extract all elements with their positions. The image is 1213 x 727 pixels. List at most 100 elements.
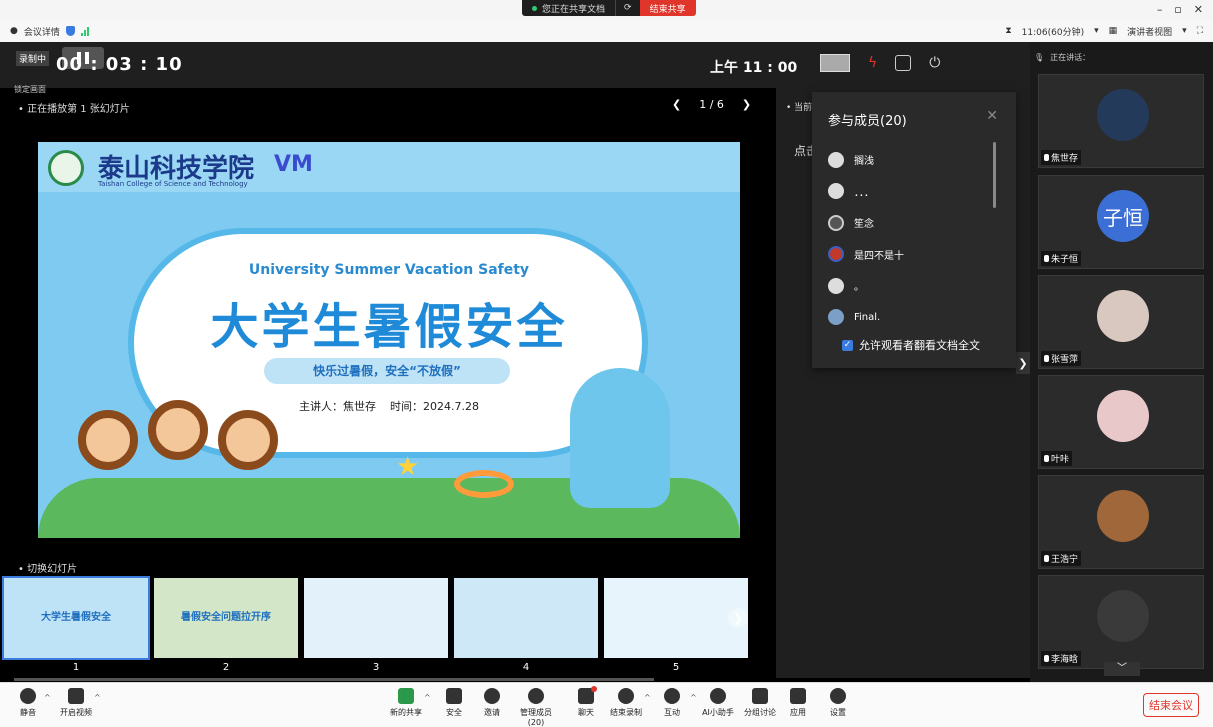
slide-thumbnail[interactable]: 3 — [304, 578, 448, 673]
avatar — [1097, 89, 1149, 141]
mic-icon — [1044, 355, 1049, 362]
ai-assistant-button[interactable]: AI小助手 — [696, 688, 740, 718]
sharing-status: 您正在共享文档 — [522, 0, 616, 16]
chevron-down-icon[interactable]: ▾ — [1182, 26, 1187, 36]
video-tile[interactable]: 叶咔 — [1038, 375, 1204, 469]
member-item[interactable]: ．．． — [828, 176, 988, 208]
avatar — [828, 214, 844, 231]
settings-button[interactable]: 设置 — [816, 688, 860, 718]
chat-button[interactable]: 聊天 — [564, 686, 608, 718]
share-banner: 您正在共享文档 ⟳ 结束共享 — [522, 0, 696, 16]
record-icon — [618, 688, 634, 704]
chevron-up-icon[interactable]: ^ — [424, 693, 431, 702]
thumbnail-title: 暑假安全问题拉开序 — [181, 612, 271, 623]
slide-thumbnail[interactable]: 暑假安全问题拉开序 2 — [154, 578, 298, 673]
video-tile[interactable]: 焦世存 — [1038, 74, 1204, 168]
video-label: 开启视频 — [60, 708, 92, 717]
tile-name: 王浩宁 — [1051, 555, 1079, 565]
new-share-button[interactable]: 新的共享 — [384, 688, 428, 718]
ai-assistant-icon — [710, 688, 726, 704]
slide-thumbnail[interactable]: 大学生暑假安全 1 — [2, 576, 150, 673]
apps-button[interactable]: 应用 — [776, 688, 820, 718]
chevron-up-icon[interactable]: ^ — [44, 693, 51, 702]
chevron-down-icon[interactable]: ▾ — [1094, 26, 1099, 36]
video-tile[interactable]: 王浩宁 — [1038, 475, 1204, 569]
chevron-down-icon[interactable]: ﹀ — [1104, 662, 1140, 676]
interact-button[interactable]: 互动 — [650, 688, 694, 718]
close-icon[interactable]: ✕ — [986, 108, 998, 124]
slide-speaker: 主讲人：焦世存 — [299, 400, 376, 413]
minimize-button[interactable]: – — [1157, 3, 1163, 16]
recording-label: 录制中 — [16, 51, 50, 66]
checkbox-checked-icon[interactable]: ✓ — [842, 339, 853, 351]
prev-slide-icon[interactable]: ❮ — [672, 98, 681, 111]
slide-thumbnails: 大学生暑假安全 1 暑假安全问题拉开序 2 3 4 5 — [2, 576, 774, 678]
manage-members-button[interactable]: 管理成员(20) — [514, 688, 558, 727]
member-item[interactable]: 是四不是十 — [828, 239, 988, 271]
video-tile[interactable]: 子恒 朱子恒 — [1038, 175, 1204, 269]
screen-icon[interactable] — [895, 55, 912, 71]
end-record-button[interactable]: 结束录制 — [604, 688, 648, 718]
thumbnail-number: 3 — [372, 662, 380, 673]
meeting-details-link[interactable]: 会议详情 — [24, 25, 60, 38]
thumbnail-number: 4 — [522, 662, 530, 673]
chevron-up-icon[interactable]: ^ — [94, 693, 101, 702]
invite-button[interactable]: 邀请 — [470, 688, 514, 718]
power-icon[interactable]: ⏻ — [929, 55, 940, 71]
mic-icon — [1044, 154, 1049, 161]
participant-thumbnail[interactable] — [820, 54, 850, 72]
member-item[interactable]: Final. — [828, 302, 988, 334]
meeting-time-info[interactable]: 11:06(60分钟) — [1022, 25, 1084, 38]
member-item[interactable]: 。 — [828, 270, 988, 302]
starfish-illustration: ★ — [396, 452, 420, 482]
thumbnails-next-icon[interactable]: ❯ — [728, 608, 748, 628]
close-button[interactable]: ✕ — [1194, 3, 1203, 16]
vm-logo-icon: VM — [274, 152, 313, 177]
members-popup: 参与成员(20) ✕ 搁浅 ．．． 笙念 是四不是十 。 Final. ✓ 允许… — [812, 92, 1016, 368]
laser-pointer-icon[interactable]: ϟ — [868, 55, 877, 71]
mic-icon — [1044, 555, 1049, 562]
avatar — [1097, 490, 1149, 542]
clock: 上午 11 : 00 — [710, 60, 798, 76]
avatar: 子恒 — [1097, 190, 1149, 242]
camera-off-icon — [68, 688, 84, 704]
sharing-status-label: 您正在共享文档 — [542, 4, 606, 15]
thumbnails-scrollbar[interactable] — [14, 678, 654, 681]
current-slide: 泰山科技学院 Taishan College of Science and Te… — [38, 142, 740, 538]
avatar — [1097, 290, 1149, 342]
next-slide-icon[interactable]: ❯ — [742, 98, 751, 111]
network-signal-icon[interactable] — [80, 26, 89, 36]
video-tile[interactable]: 李海晗 — [1038, 575, 1204, 669]
presentation-timer: 00 : 03 : 10 — [56, 54, 183, 75]
end-meeting-button[interactable]: 结束会议 — [1143, 693, 1199, 717]
hand-icon — [664, 688, 680, 704]
member-item[interactable]: 笙念 — [828, 207, 988, 239]
apps-grid-icon — [790, 688, 806, 704]
pause-share-icon[interactable]: ⟳ — [615, 0, 640, 16]
fullscreen-icon[interactable]: ⛶ — [1197, 26, 1203, 36]
member-item[interactable]: 搁浅 — [828, 144, 988, 176]
expand-panel-icon[interactable]: ❯ — [1016, 352, 1030, 374]
restore-button[interactable]: ▫ — [1174, 3, 1181, 16]
video-button[interactable]: 开启视频 — [54, 688, 98, 718]
lock-screen-label[interactable]: 锁定画面 — [14, 84, 46, 95]
members-scrollbar[interactable] — [993, 142, 996, 208]
video-tile[interactable]: 张雪萍 — [1038, 275, 1204, 369]
security-shield-icon[interactable] — [65, 26, 75, 36]
allow-browse-option[interactable]: ✓ 允许观看者翻看文档全文 — [842, 337, 980, 353]
current-label: • 当前 — [786, 103, 813, 113]
end-share-button[interactable]: 结束共享 — [639, 0, 696, 16]
slide-thumbnail[interactable]: 5 — [604, 578, 748, 673]
school-name-en: Taishan College of Science and Technolog… — [98, 180, 248, 188]
avatar — [1097, 590, 1149, 642]
members-icon — [528, 688, 544, 704]
invite-label: 邀请 — [484, 708, 500, 717]
slide-thumbnail[interactable]: 4 — [454, 578, 598, 673]
thumbnail-number: 2 — [222, 662, 230, 673]
share-screen-icon — [398, 688, 414, 704]
view-mode-dropdown[interactable]: 演讲者视图 — [1127, 25, 1172, 38]
children-illustration — [78, 400, 298, 520]
tile-name: 李海晗 — [1051, 655, 1079, 665]
chat-label: 聊天 — [578, 708, 594, 717]
tile-name: 焦世存 — [1051, 154, 1079, 164]
